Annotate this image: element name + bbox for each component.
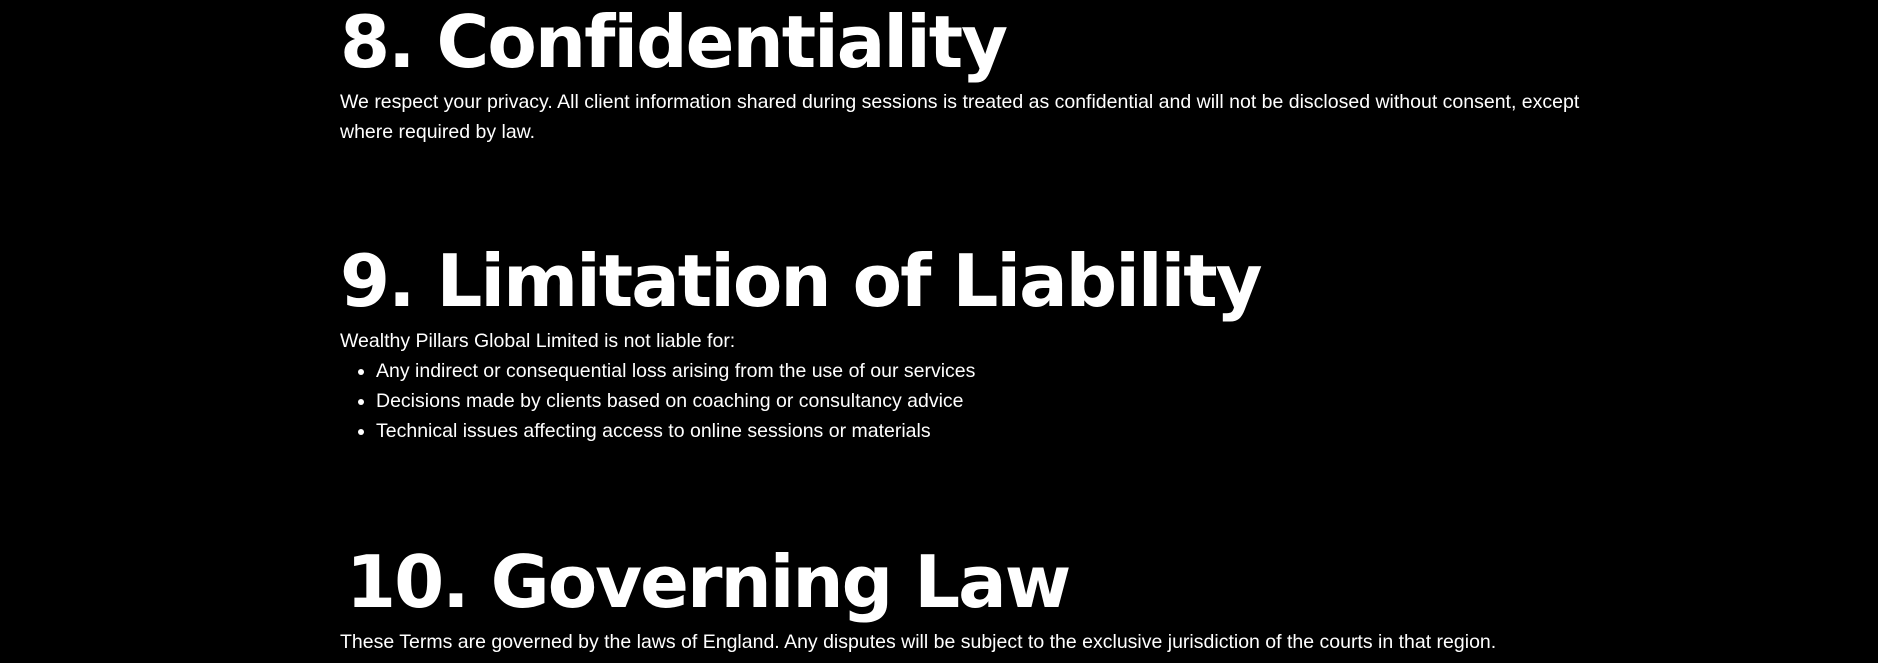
section-paragraph: We respect your privacy. All client info…: [340, 91, 1580, 143]
section-limitation-of-liability: 9. Limitation of Liability Wealthy Pilla…: [340, 245, 1580, 446]
section-paragraph: These Terms are governed by the laws of …: [340, 631, 1497, 653]
section-confidentiality: 8. Confidentiality We respect your priva…: [340, 6, 1580, 147]
section-heading: 9. Limitation of Liability: [340, 239, 1263, 323]
section-heading: 10. Governing Law: [346, 540, 1071, 624]
section-intro: Wealthy Pillars Global Limited is not li…: [340, 330, 736, 352]
list-item: Decisions made by clients based on coach…: [376, 386, 1580, 416]
list-item: Any indirect or consequential loss arisi…: [376, 356, 1580, 386]
list-item: Technical issues affecting access to onl…: [376, 416, 1580, 446]
section-governing-law: 10. Governing Law These Terms are govern…: [340, 546, 1580, 657]
section-heading: 8. Confidentiality: [340, 0, 1008, 84]
liability-list: Any indirect or consequential loss arisi…: [340, 356, 1580, 446]
